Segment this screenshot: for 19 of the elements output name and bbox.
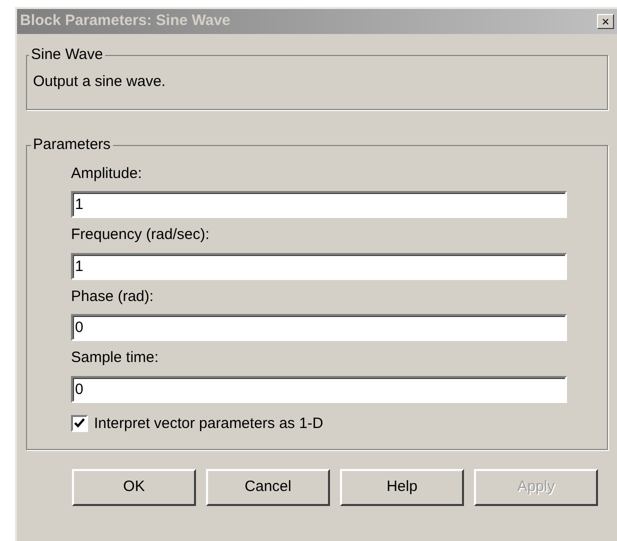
input-field[interactable]: 0	[71, 376, 567, 402]
checkbox-label: Interpret vector parameters as 1-D	[94, 414, 324, 434]
window-title: Block Parameters: Sine Wave	[20, 11, 230, 32]
dialog-button[interactable]: OK	[72, 469, 196, 506]
field-label: Phase (rad):	[71, 286, 155, 306]
dialog-button[interactable]: Help	[340, 469, 464, 506]
input-field[interactable]: 0	[71, 314, 567, 341]
description-text: Output a sine wave.	[33, 72, 167, 92]
close-button[interactable]: ×	[597, 14, 614, 29]
dialog-button[interactable]: Cancel	[206, 469, 330, 506]
check-icon	[74, 418, 85, 430]
input-field[interactable]: 1	[71, 252, 567, 280]
field-label: Amplitude:	[71, 164, 143, 184]
input-field[interactable]: 1	[71, 191, 567, 218]
field-label: Sample time:	[71, 348, 160, 368]
field-label: Frequency (rad/sec):	[71, 225, 210, 245]
group-title: Parameters	[32, 135, 112, 155]
checkbox[interactable]	[71, 415, 88, 432]
group-title: Sine Wave	[30, 45, 104, 65]
